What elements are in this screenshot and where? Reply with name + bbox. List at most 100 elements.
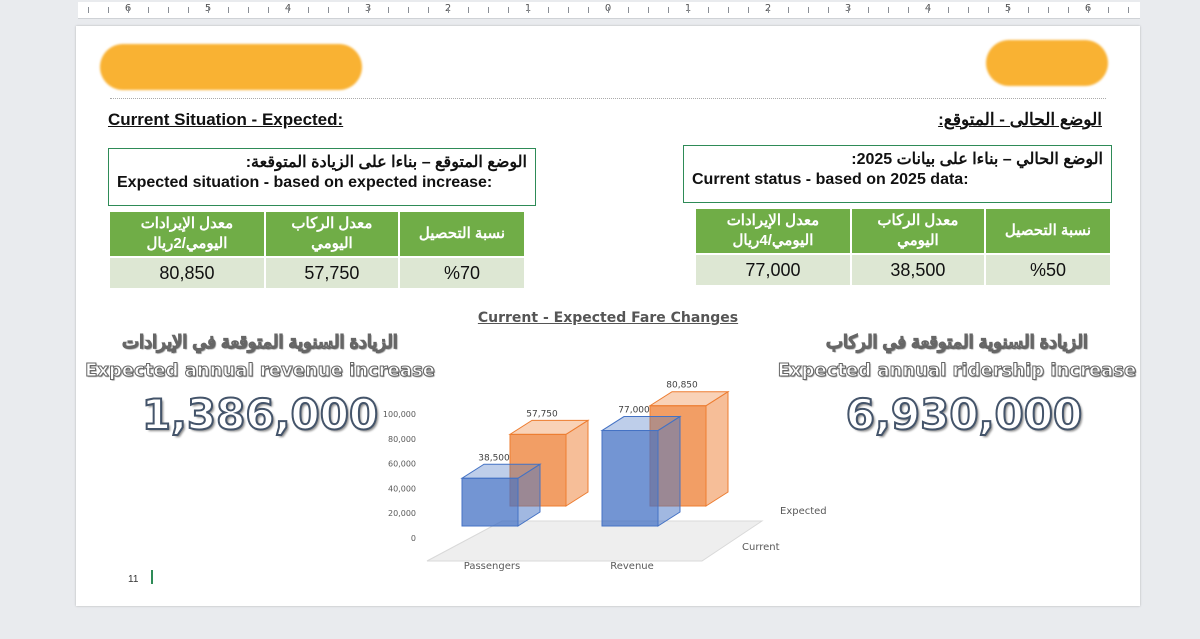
ruler-tick [508, 7, 509, 13]
bar-side-face [657, 415, 681, 527]
ruler-tick [688, 7, 689, 13]
ridership-increase-value: 6,930,000 [845, 389, 1083, 440]
ruler-tick [228, 7, 229, 13]
ruler-tick [1068, 7, 1069, 13]
expected-table: معدل الإيرادات اليومي/2ريال معدل الركاب … [108, 210, 527, 290]
ruler-tick [1108, 7, 1109, 13]
ruler-tick [608, 7, 609, 13]
expected-header-collection: نسبة التحصيل [397, 210, 527, 258]
y-tick-label: 0 [411, 534, 416, 543]
ruler-tick [88, 7, 89, 13]
ruler-tick [628, 7, 629, 13]
current-table-row: 77,000 38,500 %50 [694, 253, 1113, 287]
ruler-tick [168, 7, 169, 13]
ruler-tick [1048, 7, 1049, 13]
expected-situation-box: الوضع المتوقع – بناءا على الزيادة المتوق… [108, 148, 536, 206]
ruler-tick [928, 7, 929, 13]
bar-current-revenue [601, 430, 659, 527]
ridership-increase-arabic: الزيادة السنوية المتوقعة في الركاب [826, 332, 1089, 353]
expected-riders-value: 57,750 [263, 256, 400, 290]
ruler-tick [868, 7, 869, 13]
ruler-tick [268, 7, 269, 13]
revenue-increase-arabic: الزيادة السنوية المتوقعة في الإيرادات [122, 332, 399, 353]
current-status-box: الوضع الحالي – بناءا على بيانات 2025: Cu… [683, 145, 1112, 203]
ruler-tick [708, 7, 709, 13]
document-page: Current Situation - Expected: الوضع الحا… [76, 26, 1140, 606]
expected-table-header-row: معدل الإيرادات اليومي/2ريال معدل الركاب … [108, 210, 527, 258]
expected-collection-value: %70 [397, 256, 527, 290]
ruler-tick [748, 7, 749, 13]
ruler-tick [368, 7, 369, 13]
current-table: معدل الإيرادات اليومي/4ريال معدل الركاب … [694, 207, 1113, 287]
ruler-tick [328, 7, 329, 13]
data-label: 38,500 [478, 453, 510, 463]
ruler-tick [808, 7, 809, 13]
ruler-tick [908, 7, 909, 13]
current-riders-value: 38,500 [849, 253, 986, 287]
data-label: 80,850 [666, 381, 698, 391]
data-label: 57,750 [526, 409, 558, 419]
expected-table-row: 80,850 57,750 %70 [108, 256, 527, 290]
ruler-tick [408, 7, 409, 13]
current-header-revenue: معدل الإيرادات اليومي/4ريال [694, 207, 852, 255]
ruler-tick [768, 7, 769, 13]
expected-header-riders: معدل الركاب اليومي [263, 210, 400, 258]
category-label: Passengers [464, 561, 520, 571]
expected-box-english: Expected situation - based on expected i… [117, 174, 493, 191]
ruler-tick [988, 7, 989, 13]
ruler-tick [1128, 7, 1129, 13]
ruler-tick [288, 7, 289, 13]
y-tick-label: 60,000 [388, 460, 416, 469]
ruler-tick [548, 7, 549, 13]
current-revenue-value: 77,000 [694, 253, 852, 287]
revenue-increase-value: 1,386,000 [141, 389, 379, 440]
current-box-arabic: الوضع الحالي – بناءا على بيانات 2025: [851, 151, 1103, 168]
chart-title: Current - Expected Fare Changes [477, 310, 739, 326]
ruler-tick [448, 7, 449, 13]
ruler-tick [148, 7, 149, 13]
ruler-tick [128, 7, 129, 13]
ruler-tick [468, 7, 469, 13]
ruler-tick [728, 7, 729, 13]
y-tick-label: 100,000 [383, 410, 416, 419]
current-collection-value: %50 [983, 253, 1113, 287]
ruler-tick [648, 7, 649, 13]
series-label-current: Current [742, 542, 780, 553]
ruler-tick [1008, 7, 1009, 13]
ruler-tick [308, 7, 309, 13]
ruler-tick [948, 7, 949, 13]
page-number-marker [151, 570, 153, 584]
heading-arabic: الوضع الحالى - المتوقع: [938, 110, 1102, 129]
redacted-header-right [986, 40, 1108, 86]
ruler-tick [488, 7, 489, 13]
chart-floor [426, 520, 764, 562]
bar-current-passengers [461, 477, 519, 527]
data-label: 77,000 [618, 406, 650, 416]
horizontal-ruler[interactable]: 6543210123456 [78, 2, 1140, 19]
fare-changes-chart: 0 20,000 40,000 60,000 80,000 100,000 57,750 80… [383, 381, 827, 571]
heading-english: Current Situation - Expected: [108, 110, 344, 129]
ruler-tick [848, 7, 849, 13]
ruler-tick [828, 7, 829, 13]
current-header-riders: معدل الركاب اليومي [849, 207, 986, 255]
ruler-tick [788, 7, 789, 13]
ruler-tick [428, 7, 429, 13]
current-box-english: Current status - based on 2025 data: [692, 171, 969, 188]
bar-side-face [565, 419, 589, 507]
y-tick-label: 20,000 [388, 509, 416, 518]
page-number: 11 [128, 574, 139, 585]
ruler-tick [588, 7, 589, 13]
redacted-header-left [100, 44, 362, 90]
header-divider [110, 98, 1106, 99]
ruler-tick [668, 7, 669, 13]
ruler-tick [1028, 7, 1029, 13]
expected-revenue-value: 80,850 [108, 256, 266, 290]
expected-box-arabic: الوضع المتوقع – بناءا على الزيادة المتوق… [245, 154, 527, 171]
ruler-tick [188, 7, 189, 13]
ruler-tick [968, 7, 969, 13]
current-table-header-row: معدل الإيرادات اليومي/4ريال معدل الركاب … [694, 207, 1113, 255]
current-header-collection: نسبة التحصيل [983, 207, 1113, 255]
series-label-expected: Expected [780, 506, 827, 517]
bar-side-face [705, 390, 729, 507]
ruler-tick [388, 7, 389, 13]
